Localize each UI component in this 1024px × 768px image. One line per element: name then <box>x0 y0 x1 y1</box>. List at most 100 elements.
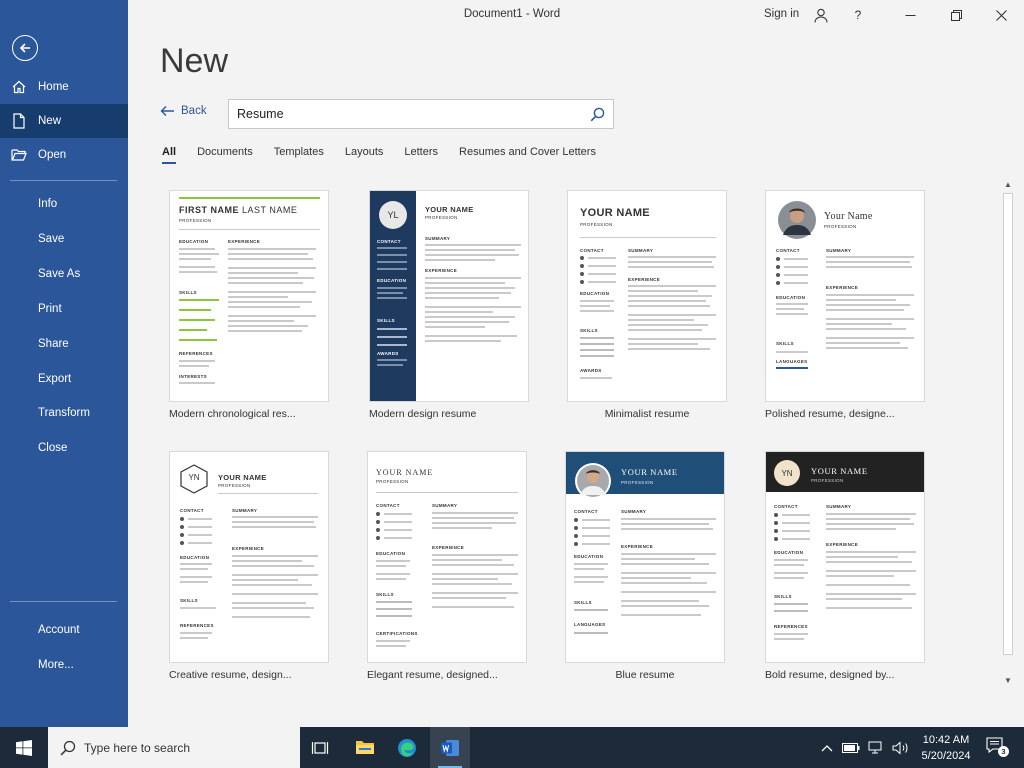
template-thumbnail: YOUR NAME PROFESSION CONTACT EDUCATION S… <box>367 451 527 663</box>
scroll-down-button[interactable]: ▼ <box>1002 674 1014 686</box>
volume-icon <box>892 741 908 755</box>
sign-in-link[interactable]: Sign in <box>764 8 799 20</box>
sidebar-item-info[interactable]: Info <box>0 187 128 221</box>
sidebar-item-account[interactable]: Account <box>0 613 128 647</box>
template-thumbnail: YN YOUR NAME PROFESSION CONTACT EDUCATIO… <box>169 451 329 663</box>
template-card-modern-chronological[interactable]: FIRST NAME LAST NAME PROFESSION EDUCATIO… <box>169 190 329 420</box>
sidebar-item-label: New <box>38 115 62 127</box>
scroll-thumb[interactable] <box>1003 193 1013 655</box>
template-label: Blue resume <box>615 669 675 681</box>
templates-scrollbar[interactable]: ▲ ▼ <box>1000 178 1016 690</box>
minimize-button[interactable] <box>897 3 923 27</box>
taskbar-search-box[interactable]: Type here to search <box>48 727 300 768</box>
template-label: Bold resume, designed by... <box>765 669 895 681</box>
sidebar-item-more[interactable]: More... <box>0 648 128 682</box>
sidebar-item-print[interactable]: Print <box>0 292 128 326</box>
notification-center-button[interactable]: 3 <box>986 737 1010 759</box>
minimize-icon <box>905 14 915 16</box>
tab-documents[interactable]: Documents <box>197 146 253 162</box>
tab-layouts[interactable]: Layouts <box>345 146 384 162</box>
template-name-text: Your Name <box>824 211 873 222</box>
template-initials-badge: YN <box>774 460 800 486</box>
sidebar-item-label: Export <box>38 373 72 385</box>
template-search-box <box>228 99 614 129</box>
taskbar-search-placeholder: Type here to search <box>84 740 191 755</box>
scroll-up-button[interactable]: ▲ <box>1002 178 1014 190</box>
sidebar-item-export[interactable]: Export <box>0 362 128 396</box>
template-name-text: FIRST NAME <box>179 205 239 215</box>
sidebar-item-label: Home <box>38 81 69 93</box>
template-name-text: YOUR NAME <box>811 466 868 476</box>
system-clock[interactable]: 10:42 AM 5/20/2024 <box>912 732 980 764</box>
account-button[interactable] <box>808 3 834 27</box>
battery-icon <box>842 743 860 753</box>
sidebar-divider <box>10 601 117 602</box>
template-search-input[interactable] <box>237 107 590 121</box>
back-button[interactable]: Back <box>160 105 207 117</box>
task-view-icon <box>311 741 329 754</box>
template-card-polished[interactable]: Your Name PROFESSION CONTACT EDUCATION S… <box>765 190 925 420</box>
person-icon <box>814 8 828 23</box>
template-label: Modern chronological res... <box>169 408 296 420</box>
sidebar-item-close[interactable]: Close <box>0 431 128 465</box>
battery-button[interactable] <box>842 739 860 757</box>
template-card-bold[interactable]: YN YOUR NAME PROFESSION CONTACT EDUCATIO… <box>765 451 925 681</box>
template-card-minimalist[interactable]: YOUR NAME PROFESSION CONTACT EDUCATION S… <box>567 190 727 420</box>
close-icon <box>995 9 1007 21</box>
edge-icon <box>398 738 416 757</box>
back-arrow-icon <box>160 106 174 116</box>
sidebar-item-home[interactable]: Home <box>0 70 128 104</box>
template-initials-badge: YN <box>188 473 200 482</box>
search-icon <box>60 740 76 756</box>
network-button[interactable] <box>867 739 885 757</box>
word-app-button[interactable] <box>430 727 470 768</box>
chevron-up-icon <box>821 745 833 752</box>
template-name-text: YOUR NAME <box>425 205 474 214</box>
task-view-button[interactable] <box>300 727 340 768</box>
edge-browser-button[interactable] <box>387 727 427 768</box>
sidebar-item-save[interactable]: Save <box>0 222 128 256</box>
sidebar-item-save-as[interactable]: Save As <box>0 257 128 291</box>
folder-open-icon <box>11 149 27 161</box>
close-window-button[interactable] <box>988 3 1014 27</box>
sidebar-item-label: Save As <box>38 268 81 280</box>
back-arrow-button[interactable] <box>12 35 38 61</box>
sidebar-item-open[interactable]: Open <box>0 138 128 172</box>
template-profession-text: PROFESSION <box>580 222 613 227</box>
sidebar-item-label: Share <box>38 338 69 350</box>
tab-all[interactable]: All <box>162 146 177 164</box>
template-card-blue[interactable]: YOUR NAME PROFESSION CONTACT EDUCATION S… <box>565 451 725 681</box>
title-bar: Document1 - Word Sign in ? <box>128 0 1024 30</box>
restore-icon <box>950 9 962 21</box>
help-button[interactable]: ? <box>845 3 871 27</box>
template-label: Elegant resume, designed... <box>367 669 498 681</box>
file-explorer-button[interactable] <box>345 727 385 768</box>
template-name-text: YOUR NAME <box>621 467 678 477</box>
tab-templates[interactable]: Templates <box>274 146 324 162</box>
sidebar-item-label: Print <box>38 303 62 315</box>
sidebar-item-label: Close <box>38 442 68 454</box>
network-icon <box>868 741 882 754</box>
restore-button[interactable] <box>943 3 969 27</box>
sidebar-item-new[interactable]: New <box>0 104 128 138</box>
sidebar-item-label: Transform <box>38 407 90 419</box>
show-hidden-icons-button[interactable] <box>818 739 836 757</box>
template-card-elegant[interactable]: YOUR NAME PROFESSION CONTACT EDUCATION S… <box>367 451 527 681</box>
template-name-text: YOUR NAME <box>376 468 434 477</box>
template-card-creative[interactable]: YN YOUR NAME PROFESSION CONTACT EDUCATIO… <box>169 451 329 681</box>
sidebar-item-label: Account <box>38 624 80 636</box>
windows-logo-icon <box>16 739 32 756</box>
help-icon: ? <box>854 8 862 22</box>
backstage-sidebar: Home New Open Info Save Save As Print Sh… <box>0 0 128 727</box>
file-explorer-icon <box>356 741 374 754</box>
template-profession-text: PROFESSION <box>621 480 654 485</box>
tab-letters[interactable]: Letters <box>404 146 438 162</box>
sidebar-item-share[interactable]: Share <box>0 327 128 361</box>
sidebar-item-transform[interactable]: Transform <box>0 396 128 430</box>
template-card-modern-design[interactable]: YL YOUR NAME PROFESSION CONTACT EDUCATIO… <box>369 190 529 420</box>
sidebar-item-label: Save <box>38 233 65 245</box>
volume-button[interactable] <box>892 739 910 757</box>
tab-resumes-and-cover-letters[interactable]: Resumes and Cover Letters <box>459 146 596 162</box>
start-button[interactable] <box>0 727 48 768</box>
search-button[interactable] <box>590 107 605 122</box>
